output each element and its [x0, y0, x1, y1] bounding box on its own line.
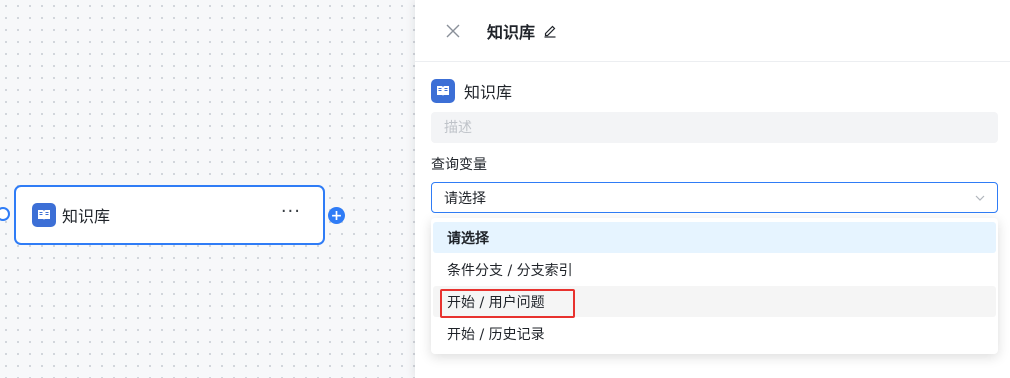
- query-variable-label: 查询变量: [431, 157, 487, 173]
- option-label-wrapper: 开始 / 用户问题: [440, 288, 575, 318]
- node-input-port[interactable]: [0, 207, 10, 221]
- dropdown-option[interactable]: 条件分支 / 分支索引: [433, 254, 996, 285]
- dropdown-option[interactable]: 开始 / 历史记录: [433, 318, 996, 349]
- select-value: 请选择: [444, 190, 486, 207]
- workflow-canvas[interactable]: 知识库 ··· +: [0, 0, 415, 378]
- book-icon: [431, 79, 455, 103]
- more-icon[interactable]: ···: [281, 201, 301, 222]
- select-dropdown: 请选择 条件分支 / 分支索引 开始 / 用户问题 开始 / 历史记录: [431, 218, 998, 354]
- panel-header: 知识库: [415, 0, 1010, 62]
- edit-icon[interactable]: [543, 24, 557, 38]
- section-title: 知识库: [431, 79, 512, 103]
- description-input[interactable]: [431, 112, 998, 143]
- chevron-down-icon: [975, 195, 985, 201]
- knowledge-base-node[interactable]: 知识库 ···: [14, 185, 325, 245]
- node-title: 知识库: [62, 207, 111, 226]
- section-title-label: 知识库: [464, 83, 513, 102]
- query-variable-select[interactable]: 请选择: [431, 182, 998, 213]
- book-icon: [32, 203, 56, 227]
- dropdown-option[interactable]: 请选择: [433, 222, 996, 253]
- node-settings-panel: 知识库 知识库 查询变量 请选择 请选择 条件分支 / 分支索引 开始 / 用户…: [415, 0, 1010, 378]
- plus-icon[interactable]: +: [328, 207, 345, 224]
- dropdown-option-highlighted[interactable]: 开始 / 用户问题: [433, 286, 996, 318]
- close-icon[interactable]: [445, 23, 461, 39]
- panel-title: 知识库: [487, 22, 536, 42]
